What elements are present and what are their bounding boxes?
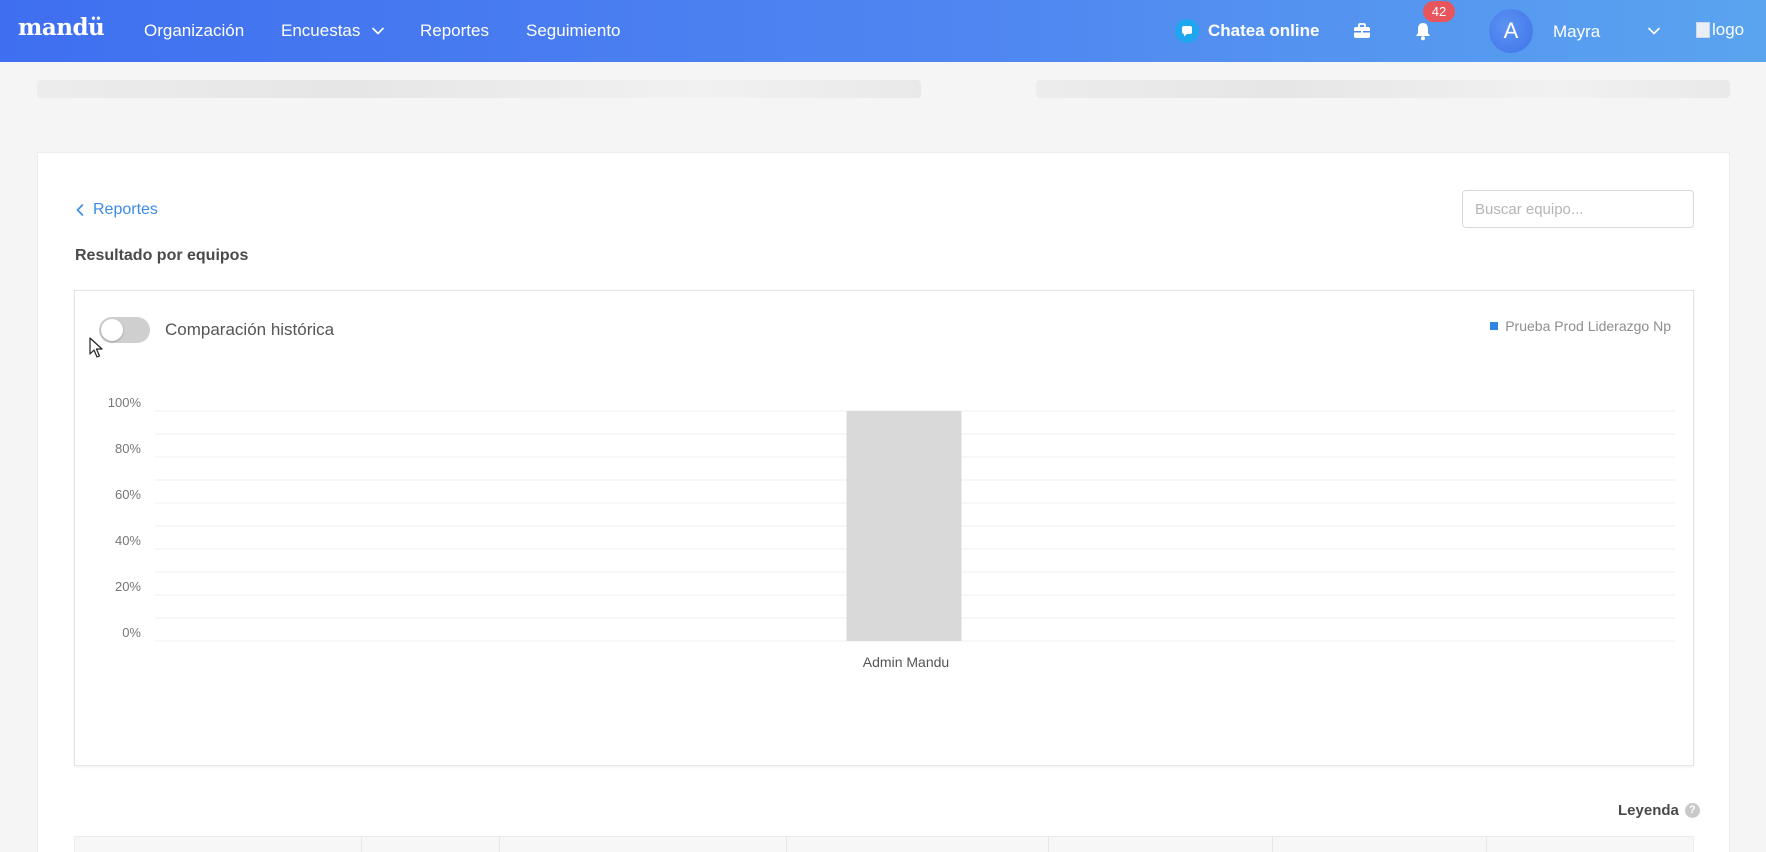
y-tick-label: 60% [115, 487, 141, 502]
user-name[interactable]: Mayra [1553, 22, 1600, 42]
team-search-input[interactable] [1463, 191, 1686, 227]
bell-icon[interactable] [1412, 20, 1434, 42]
y-tick-label: 0% [122, 625, 141, 640]
loading-skeleton-left [37, 80, 921, 98]
table-header-cell [1487, 837, 1693, 852]
back-to-reports-link[interactable]: Reportes [75, 201, 158, 219]
table-header-cell [787, 837, 1049, 852]
chevron-down-icon [372, 27, 385, 35]
briefcase-icon[interactable] [1352, 21, 1372, 41]
back-link-label: Reportes [93, 201, 158, 218]
user-menu-chevron-down-icon[interactable] [1646, 23, 1662, 39]
team-results-chart-panel: Comparación histórica Prueba Prod Lidera… [74, 290, 1694, 766]
team-search-box [1462, 190, 1694, 228]
logo-alt-text: logo [1712, 20, 1745, 39]
table-header-cell [75, 837, 362, 852]
help-icon: ? [1684, 803, 1700, 818]
y-tick-label: 20% [115, 579, 141, 594]
chat-online-label: Chatea online [1208, 21, 1320, 40]
legend-help-link[interactable]: Leyenda ? [1618, 802, 1700, 819]
nav-encuestas[interactable]: Encuestas [281, 21, 386, 41]
loading-skeleton-right [1036, 80, 1730, 98]
table-header-cell [500, 837, 788, 852]
brand-logo[interactable]: mandü [18, 14, 105, 41]
results-table-header [74, 836, 1694, 852]
y-tick-label: 80% [115, 441, 141, 456]
y-tick-label: 40% [115, 533, 141, 548]
nav-encuestas-label: Encuestas [281, 21, 361, 40]
chevron-left-icon [76, 204, 84, 216]
section-title: Resultado por equipos [75, 247, 249, 264]
chat-bubble-icon [1175, 19, 1199, 43]
company-logo: logo [1696, 20, 1744, 40]
chart-bar[interactable] [846, 411, 962, 641]
table-header-cell [1049, 837, 1273, 852]
avatar[interactable]: A [1489, 9, 1533, 53]
chat-online-button[interactable]: Chatea online [1175, 19, 1319, 43]
x-category-label: Admin Mandu [863, 654, 949, 670]
mouse-cursor-icon [89, 337, 103, 358]
table-header-cell [362, 837, 501, 852]
notification-count-badge: 42 [1423, 1, 1455, 22]
nav-organizacion[interactable]: Organización [144, 21, 244, 41]
report-card: Reportes Resultado por equipos Comparaci… [37, 152, 1730, 852]
nav-seguimiento[interactable]: Seguimiento [526, 21, 621, 41]
broken-image-icon [1696, 22, 1710, 38]
table-header-cell [1273, 837, 1488, 852]
nav-reportes[interactable]: Reportes [420, 21, 489, 41]
legend-help-label: Leyenda [1618, 802, 1679, 819]
y-tick-label: 100% [108, 395, 142, 410]
team-results-bar-chart: 0% 20% 40% 60% 80% 100% Admin Mandu [108, 395, 1675, 670]
top-navbar: mandü Organización Encuestas Reportes Se… [0, 0, 1766, 62]
